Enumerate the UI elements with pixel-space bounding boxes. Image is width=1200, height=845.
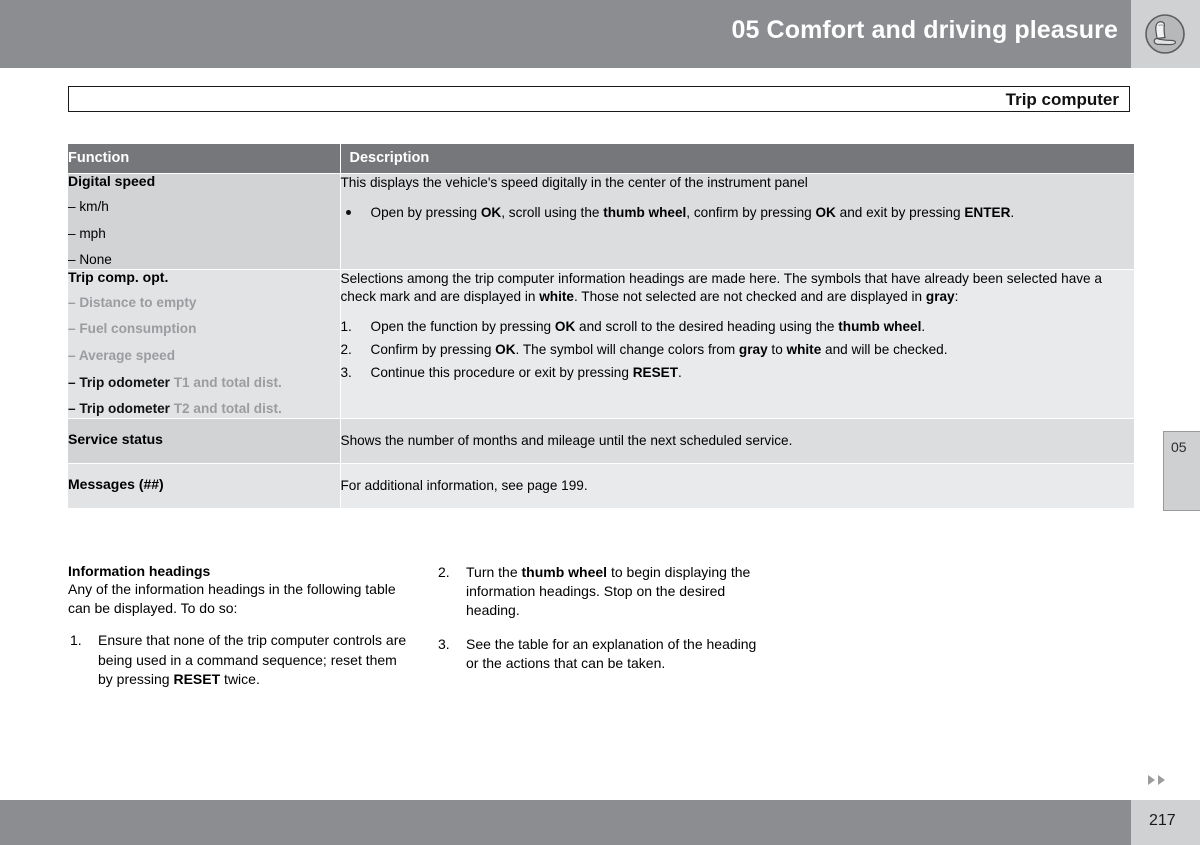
numbered-item: 3. Continue this procedure or exit by pre… bbox=[341, 364, 1135, 382]
step-number: 1. bbox=[340, 318, 352, 334]
description-text: Selections among the trip computer infor… bbox=[340, 270, 1102, 304]
lower-step-item: 3. See the table for an explanation of th… bbox=[438, 635, 757, 671]
double-right-arrow-icon bbox=[1148, 775, 1165, 785]
lower-steps-right: 2. Turn the thumb wheel to begin displayi… bbox=[436, 563, 766, 673]
function-list-item: – Distance to empty bbox=[68, 294, 197, 310]
description-text: This displays the vehicle's speed digita… bbox=[340, 175, 808, 190]
function-list-item: – km/h bbox=[68, 199, 109, 214]
table-body: Digital speed – km/h – mph – None This displ… bbox=[68, 173, 1135, 508]
table-cell-description: For additional information, see page 199… bbox=[340, 462, 1134, 508]
function-list-item: – None bbox=[68, 252, 112, 268]
function-list-item: – mph bbox=[68, 225, 106, 241]
column-header-description: Description bbox=[339, 144, 1134, 174]
page-header: 05 Comfort and driving pleasure bbox=[0, 0, 1200, 68]
description-text: For additional information, see page 199… bbox=[340, 477, 588, 493]
numbered-item: 2. Confirm by pressing OK. The symbol wil… bbox=[341, 341, 1135, 359]
function-list-item: – Trip odometer T2 and total dist. bbox=[68, 401, 282, 417]
page-footer: 217 bbox=[0, 800, 1200, 845]
lower-step-item: 2. Turn the thumb wheel to begin displayi… bbox=[438, 564, 751, 619]
trip-computer-table: Function Description Digital speed – km/h… bbox=[68, 144, 1134, 508]
table-header-row: Function Description bbox=[68, 144, 1134, 174]
chapter-side-tab: 05 bbox=[1163, 431, 1200, 511]
table-cell-function: Messages (##) bbox=[68, 462, 341, 508]
car-seat-icon bbox=[1141, 10, 1189, 58]
section-title-box: Trip computer bbox=[68, 86, 1130, 112]
table-cell-function: Digital speed – km/h – mph – None bbox=[68, 173, 341, 270]
bullet-item: Open by pressing OK, scroll using the th… bbox=[341, 204, 1135, 222]
table-row: Messages (##) For additional information,… bbox=[68, 462, 1134, 508]
footer-dark-bar bbox=[0, 800, 1131, 845]
function-list-item: – Fuel consumption bbox=[68, 321, 197, 337]
table-row: Digital speed – km/h – mph – None This displ… bbox=[68, 173, 1135, 270]
lower-section-heading: Information headings bbox=[68, 563, 211, 579]
function-title: Service status bbox=[68, 430, 163, 447]
table-cell-description: Shows the number of months and mileage u… bbox=[340, 417, 1134, 464]
lower-step-item: 1. Ensure that none of the trip computer … bbox=[70, 632, 407, 687]
step-number: 2. bbox=[340, 342, 352, 357]
function-list-item: – Average speed bbox=[68, 347, 176, 363]
table-cell-description: Selections among the trip computer infor… bbox=[340, 268, 1135, 419]
description-bullet-list: Open by pressing OK, scroll using the th… bbox=[341, 204, 1135, 222]
table-cell-function: Service status bbox=[68, 417, 341, 464]
table-cell-description: This displays the vehicle's speed digita… bbox=[340, 173, 1135, 270]
function-title: Trip comp. opt. bbox=[68, 268, 169, 285]
chapter-side-tab-label: 05 bbox=[1171, 439, 1187, 455]
function-list-item: – Trip odometer T1 and total dist. bbox=[68, 374, 282, 390]
lower-column-right: 2. Turn the thumb wheel to begin displayi… bbox=[436, 563, 766, 673]
description-text: Shows the number of months and mileage u… bbox=[340, 432, 793, 448]
lower-section-intro: Any of the information headings in the f… bbox=[68, 581, 396, 617]
arrow-triangle-2 bbox=[1158, 775, 1165, 785]
table-row: Service status Shows the number of months… bbox=[68, 417, 1134, 464]
lower-steps-left: 1. Ensure that none of the trip computer … bbox=[68, 631, 413, 689]
table-cell-function: Trip comp. opt. – Distance to empty – Fuel… bbox=[68, 268, 341, 419]
table-header: Function Description bbox=[68, 144, 1134, 174]
lower-column-left: Information headings Any of the informat… bbox=[68, 563, 413, 689]
function-title: Digital speed bbox=[68, 173, 156, 189]
step-number: 1. bbox=[70, 632, 82, 649]
step-number: 3. bbox=[340, 365, 352, 381]
description-numbered-list: 1. Open the function by pressing OK and s… bbox=[341, 318, 1135, 383]
function-title: Messages (##) bbox=[68, 475, 164, 492]
step-number: 2. bbox=[438, 564, 450, 580]
arrow-triangle-1 bbox=[1148, 775, 1155, 785]
chapter-title: 05 Comfort and driving pleasure bbox=[731, 16, 1118, 44]
table-row: Trip comp. opt. – Distance to empty – Fuel… bbox=[68, 268, 1135, 419]
numbered-item: 1. Open the function by pressing OK and s… bbox=[341, 318, 1135, 336]
step-number: 3. bbox=[438, 635, 450, 652]
page-number: 217 bbox=[1149, 812, 1176, 829]
column-header-function: Function bbox=[68, 144, 340, 174]
bullet-dot-icon bbox=[345, 209, 351, 215]
section-title: Trip computer bbox=[1005, 90, 1119, 109]
